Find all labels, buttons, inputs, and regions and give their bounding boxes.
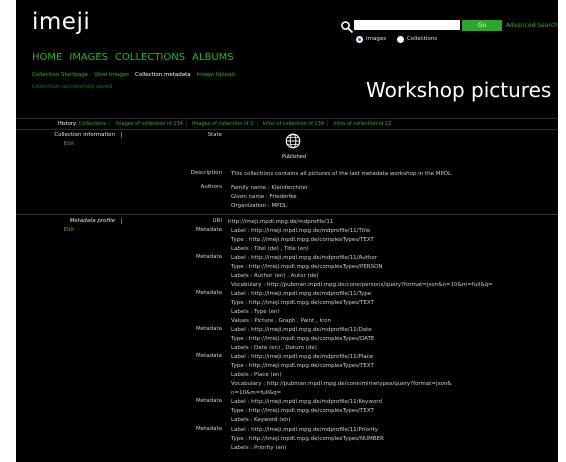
history-item[interactable]: Infos of collection id 12 — [333, 121, 391, 127]
metadata-line: Type : http://imeji.mpdl.mpg.de/complexT… — [231, 408, 374, 414]
radio-images-label: Images — [366, 36, 387, 42]
nav-home[interactable]: HOME — [32, 52, 62, 66]
subnav-collection-startpage[interactable]: Collection Startpage — [32, 72, 88, 82]
author-given-name: Given name : Friederike — [231, 194, 297, 200]
history-item[interactable]: Infos of collection id 134 — [263, 121, 324, 127]
success-message: Collection successfully saved — [32, 84, 113, 90]
history-separator: | — [256, 121, 259, 127]
metadata-line: Label : http://imeji.mpdl.mpg.de/mdprofi… — [231, 228, 371, 234]
search-input[interactable] — [354, 20, 460, 30]
metadata-label: Metadata — [195, 290, 222, 296]
main-navigation: HOME IMAGES COLLECTIONS ALBUMS — [32, 52, 234, 66]
metadata-line: Label : http://imeji.mpdl.mpg.de/mdprofi… — [231, 255, 377, 261]
history-item[interactable]: Images of collection id 2 — [192, 121, 253, 127]
metadata-label: Metadata — [195, 398, 222, 404]
metadata-line: Labels : Titel (de) , Title (en) — [231, 246, 309, 252]
description-label: Description — [190, 170, 222, 176]
nav-albums[interactable]: ALBUMS — [192, 52, 234, 66]
radio-button-images[interactable] — [356, 35, 363, 43]
metadata-line: Labels : Priority (en) — [231, 445, 287, 451]
state-value: Published — [281, 154, 307, 160]
history-separator: | — [109, 121, 111, 127]
metadata-line: n=10&m=full&q= — [231, 390, 282, 396]
search-icon — [341, 21, 354, 34]
metadata-line: Labels : Author (en) , Autor (de) — [231, 273, 319, 279]
advanced-search-link[interactable]: Advanced Search — [502, 20, 558, 31]
metadata-line: Labels : Place (en) — [231, 372, 282, 378]
uri-label: URI — [212, 218, 222, 224]
imeji-logo[interactable]: imeji — [32, 9, 90, 35]
author-organization: Organization : MPDL — [231, 203, 287, 209]
page-frame: imeji Go Advanced Search Images Collecti… — [0, 0, 566, 462]
metadata-profile-label: Metadata profile — [16, 218, 122, 224]
metadata-line: Vocabulary : http://pubman.mpdl.mpg.de/c… — [231, 381, 452, 387]
metadata-line: Type : http://imeji.mpdl.mpg.de/complexT… — [231, 300, 374, 306]
imeji-app: imeji Go Advanced Search Images Collecti… — [16, 0, 558, 462]
metadata-line: Label : http://imeji.mpdl.mpg.de/mdprofi… — [231, 327, 372, 333]
history-item[interactable]: Collections — [79, 121, 106, 127]
subnav-collection-metadata[interactable]: Collection metadata — [135, 72, 191, 82]
metadata-line: Labels : Type (en) — [231, 309, 280, 315]
profile-edit-link[interactable]: Edit — [16, 227, 122, 233]
metadata-line: Label : http://imeji.mpdl.mpg.de/mdprofi… — [231, 354, 374, 360]
metadata-line: Labels : Date (en) , Datum (de) — [231, 345, 317, 351]
author-family-name: Family name : Kleinferchner — [231, 185, 309, 191]
metadata-label: Metadata — [195, 227, 222, 233]
radio-button-collections[interactable] — [397, 35, 404, 43]
history-label: History: — [58, 121, 78, 127]
history-separator: | — [185, 121, 188, 127]
state-label: State — [207, 132, 222, 138]
metadata-line: Label : http://imeji.mpdl.mpg.de/mdprofi… — [231, 427, 379, 433]
section-divider — [16, 214, 558, 215]
history-separator: | — [326, 121, 329, 127]
radio-collections-label: Collections — [407, 36, 438, 42]
metadata-line: Label : http://imeji.mpdl.mpg.de/mdprofi… — [231, 291, 372, 297]
globe-icon — [285, 133, 301, 149]
metadata-label: Metadata — [195, 426, 222, 432]
metadata-line: Label : http://imeji.mpdl.mpg.de/mdprofi… — [231, 399, 382, 405]
metadata-line: Values : Picture , Graph , Paint , Icon — [231, 318, 331, 324]
metadata-label: Metadata — [195, 326, 222, 332]
metadata-line: Type : http://imeji.mpdl.mpg.de/complexT… — [231, 237, 374, 243]
collection-edit-link[interactable]: Edit — [16, 141, 122, 147]
page-title: Workshop pictures — [366, 78, 552, 102]
description-value: This collections contains all pictures o… — [231, 171, 453, 177]
collection-information-label: Collection information — [16, 132, 122, 138]
history-breadcrumb: History: Collections | Images of collecti… — [16, 118, 558, 130]
metadata-label: Metadata — [195, 254, 222, 260]
nav-images[interactable]: IMAGES — [69, 52, 108, 66]
subnav-image-upload[interactable]: Image Upload — [197, 72, 235, 82]
go-button[interactable]: Go — [462, 20, 502, 31]
collection-subnav: Collection Startpage View Images Collect… — [32, 72, 235, 82]
nav-collections[interactable]: COLLECTIONS — [115, 52, 185, 66]
metadata-line: Labels : Keyword (en) — [231, 417, 291, 423]
metadata-line: Vocabulary : http://pubman.mpdl.mpg.de/c… — [231, 282, 493, 288]
metadata-line: Type : http://imeji.mpdl.mpg.de/complexT… — [231, 264, 383, 270]
metadata-label: Metadata — [195, 353, 222, 359]
history-item[interactable]: Images of collection id 134 — [115, 121, 183, 127]
radio-collections[interactable]: Collections — [397, 34, 437, 44]
authors-label: Authors — [200, 184, 222, 190]
metadata-line: Type : http://imeji.mpdl.mpg.de/complexT… — [231, 363, 374, 369]
subnav-view-images[interactable]: View Images — [94, 72, 129, 82]
radio-images[interactable]: Images — [356, 34, 386, 44]
metadata-line: Type : http://imeji.mpdl.mpg.de/complexT… — [231, 336, 375, 342]
uri-value: http://imeji.mpdl.mpg.de/mdprofile/11 — [228, 219, 334, 225]
metadata-line: Type : http://imeji.mpdl.mpg.de/complexT… — [231, 436, 384, 442]
